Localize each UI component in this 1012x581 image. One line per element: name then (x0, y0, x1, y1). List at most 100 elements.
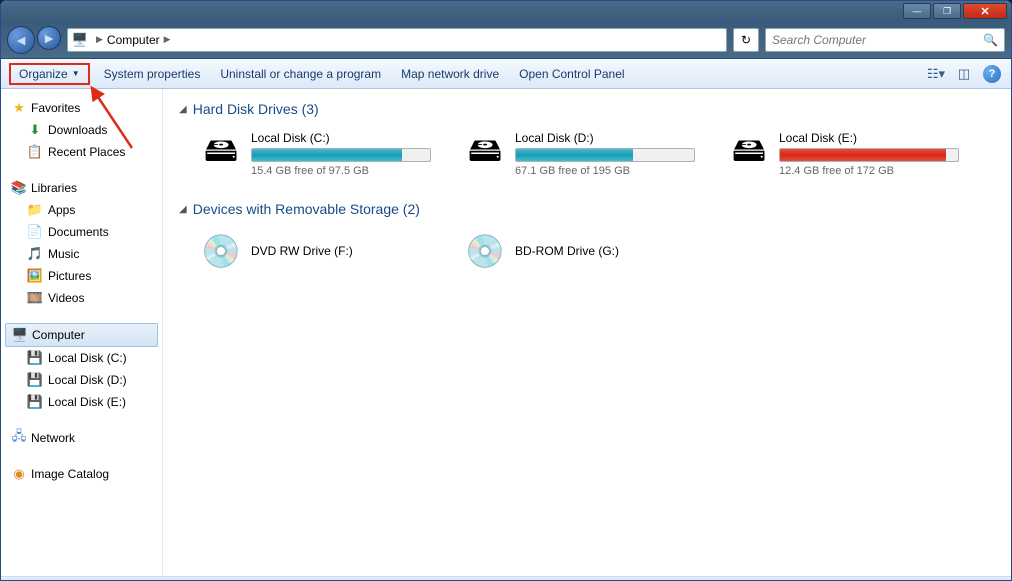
sidebar-network-label: Network (31, 431, 75, 445)
toolbar-view-icons: ☷▾ ◫ ? (925, 64, 1003, 84)
disk-icon: 💾 (27, 350, 43, 366)
drive-free: 67.1 GB free of 195 GB (515, 165, 697, 177)
toolbar-map-drive[interactable]: Map network drive (391, 63, 509, 85)
sidebar-item-videos[interactable]: 🎞️Videos (5, 287, 158, 309)
address-bar[interactable]: 🖥️ ▶ Computer ▶ (67, 28, 727, 52)
drive-icon: 🖴 (201, 134, 241, 174)
drive-free: 15.4 GB free of 97.5 GB (251, 165, 433, 177)
help-icon: ? (983, 65, 1001, 83)
drive-icon: 🖴 (465, 134, 505, 174)
disk-icon: 💾 (27, 394, 43, 410)
drive-fill (780, 149, 946, 161)
sidebar: ★Favorites ⬇Downloads 📋Recent Places 📚Li… (1, 89, 163, 576)
sidebar-computer-label: Computer (32, 328, 85, 342)
statusbar (1, 576, 1011, 580)
sidebar-computer-head[interactable]: 🖥️ Computer (5, 323, 158, 347)
drive-fill (516, 149, 633, 161)
view-options-icon[interactable]: ☷▾ (925, 64, 947, 84)
sidebar-item-label: Local Disk (C:) (48, 351, 127, 365)
device-name: DVD RW Drive (F:) (251, 244, 353, 258)
sidebar-item-label: Local Disk (E:) (48, 395, 126, 409)
libraries-icon: 📚 (11, 180, 27, 196)
sidebar-item-disk-d[interactable]: 💾Local Disk (D:) (5, 369, 158, 391)
group-removable: ◢ Devices with Removable Storage (2) 💿 D… (179, 201, 995, 275)
chevron-down-icon: ◢ (179, 104, 187, 115)
computer-icon: 🖥️ (12, 327, 28, 343)
drive-bar (515, 148, 695, 162)
drive-name: Local Disk (E:) (779, 131, 961, 145)
preview-pane-icon[interactable]: ◫ (953, 64, 975, 84)
device-dvd[interactable]: 💿 DVD RW Drive (F:) (197, 227, 437, 275)
drive-c[interactable]: 🖴 Local Disk (C:) 15.4 GB free of 97.5 G… (197, 127, 437, 181)
help-button[interactable]: ? (981, 64, 1003, 84)
main-panel: ◢ Hard Disk Drives (3) 🖴 Local Disk (C:)… (163, 89, 1011, 576)
refresh-icon: ↻ (741, 33, 751, 47)
device-bdrom[interactable]: 💿 BD-ROM Drive (G:) (461, 227, 701, 275)
search-input[interactable] (772, 33, 983, 47)
sidebar-network-head[interactable]: 🖧 Network (5, 427, 158, 449)
organize-label: Organize (19, 67, 68, 81)
drive-info: Local Disk (E:) 12.4 GB free of 172 GB (779, 131, 961, 177)
drive-name: Local Disk (D:) (515, 131, 697, 145)
organize-button[interactable]: Organize ▼ (9, 63, 90, 85)
pictures-icon: 🖼️ (27, 268, 43, 284)
chevron-right-icon: ▶ (164, 34, 171, 45)
music-icon: 🎵 (27, 246, 43, 262)
sidebar-image-catalog-label: Image Catalog (31, 467, 109, 481)
group-removable-items: 💿 DVD RW Drive (F:) 💿 BD-ROM Drive (G:) (179, 227, 995, 275)
sidebar-image-catalog-head[interactable]: ◉ Image Catalog (5, 463, 158, 485)
documents-icon: 📄 (27, 224, 43, 240)
group-hdd-items: 🖴 Local Disk (C:) 15.4 GB free of 97.5 G… (179, 127, 995, 181)
sidebar-item-recent[interactable]: 📋Recent Places (5, 141, 158, 163)
chevron-down-icon: ◢ (179, 204, 187, 215)
toolbar-uninstall[interactable]: Uninstall or change a program (210, 63, 391, 85)
sidebar-item-disk-c[interactable]: 💾 Local Disk (C:) (5, 347, 158, 369)
sidebar-libraries-head[interactable]: 📚Libraries (5, 177, 158, 199)
sidebar-computer: 🖥️Computer 💾Local Disk (C:) 💾Local Disk … (5, 323, 158, 413)
drive-name: Local Disk (C:) (251, 131, 433, 145)
toolbar-system-properties[interactable]: System properties (94, 63, 211, 85)
forward-button[interactable]: ► (37, 26, 61, 50)
apps-icon: 📁 (27, 202, 43, 218)
sidebar-item-label: Local Disk (D:) (48, 373, 127, 387)
group-hdd-title: Hard Disk Drives (3) (193, 101, 319, 117)
drive-d[interactable]: 🖴 Local Disk (D:) 67.1 GB free of 195 GB (461, 127, 701, 181)
toolbar-control-panel[interactable]: Open Control Panel (509, 63, 634, 85)
group-hdd: ◢ Hard Disk Drives (3) 🖴 Local Disk (C:)… (179, 101, 995, 181)
group-hdd-header[interactable]: ◢ Hard Disk Drives (3) (179, 101, 995, 117)
address-row: ◄ ► 🖥️ ▶ Computer ▶ ↻ 🔍 (1, 21, 1011, 59)
breadcrumb-location[interactable]: Computer (107, 33, 160, 47)
sidebar-favorites-head[interactable]: ★Favorites (5, 97, 158, 119)
catalog-icon: ◉ (11, 466, 27, 482)
device-name: BD-ROM Drive (G:) (515, 244, 619, 258)
sidebar-item-label: Documents (48, 225, 109, 239)
downloads-icon: ⬇ (27, 122, 43, 138)
refresh-button[interactable]: ↻ (733, 28, 759, 52)
sidebar-item-pictures[interactable]: 🖼️Pictures (5, 265, 158, 287)
maximize-button[interactable]: ❐ (933, 3, 961, 19)
close-button[interactable]: ✕ (963, 3, 1007, 19)
network-icon: 🖧 (11, 430, 27, 446)
drive-icon: 🖴 (729, 134, 769, 174)
drive-fill (252, 149, 402, 161)
search-bar[interactable]: 🔍 (765, 28, 1005, 52)
sidebar-item-disk-e[interactable]: 💾 Local Disk (E:) (5, 391, 158, 413)
minimize-button[interactable]: — (903, 3, 931, 19)
sidebar-network: 🖧 Network (5, 427, 158, 449)
sidebar-item-downloads[interactable]: ⬇Downloads (5, 119, 158, 141)
drive-e[interactable]: 🖴 Local Disk (E:) 12.4 GB free of 172 GB (725, 127, 965, 181)
sidebar-item-label: Videos (48, 291, 84, 305)
chevron-right-icon: ▶ (96, 34, 103, 45)
drive-info: Local Disk (C:) 15.4 GB free of 97.5 GB (251, 131, 433, 177)
sidebar-item-label: Apps (48, 203, 75, 217)
star-icon: ★ (11, 100, 27, 116)
drive-info: Local Disk (D:) 67.1 GB free of 195 GB (515, 131, 697, 177)
sidebar-item-apps[interactable]: 📁 Apps (5, 199, 158, 221)
sidebar-item-music[interactable]: 🎵Music (5, 243, 158, 265)
sidebar-item-documents[interactable]: 📄 Documents (5, 221, 158, 243)
back-button[interactable]: ◄ (7, 26, 35, 54)
explorer-window: — ❐ ✕ ◄ ► 🖥️ ▶ Computer ▶ ↻ 🔍 Organize ▼… (0, 0, 1012, 581)
group-removable-header[interactable]: ◢ Devices with Removable Storage (2) (179, 201, 995, 217)
content-area: ★Favorites ⬇Downloads 📋Recent Places 📚Li… (1, 89, 1011, 576)
group-removable-title: Devices with Removable Storage (2) (193, 201, 420, 217)
